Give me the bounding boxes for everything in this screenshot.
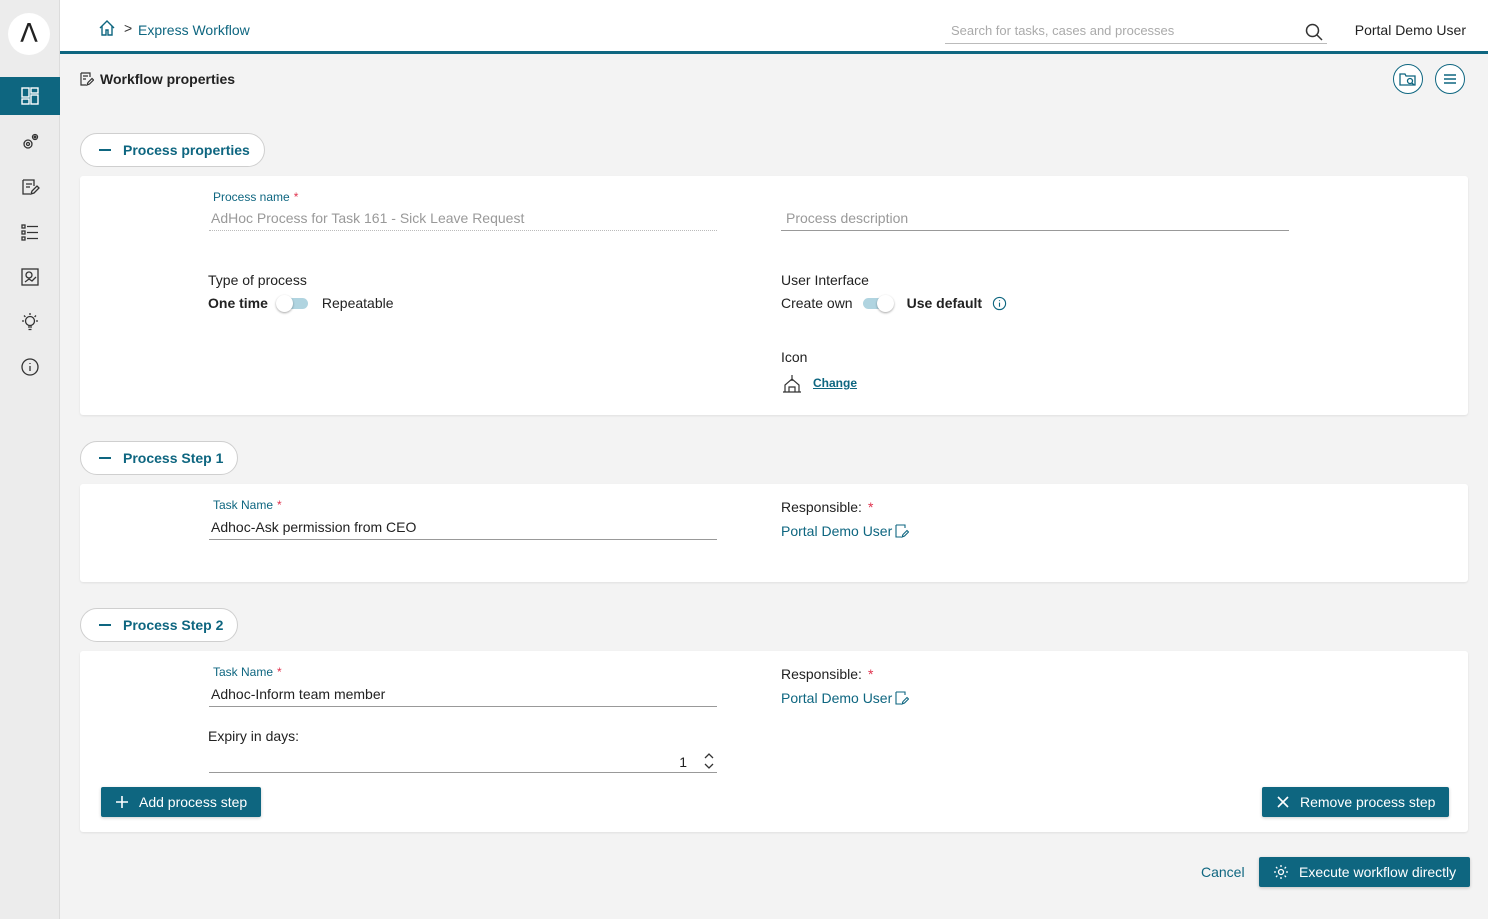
close-icon [1277,796,1289,808]
execute-workflow-button[interactable]: Execute workflow directly [1259,857,1471,887]
sidebar: Λ [0,0,60,919]
list-icon [21,224,38,241]
chart-icon [21,268,39,286]
create-own-label: Create own [781,295,853,311]
breadcrumb[interactable]: Express Workflow [138,22,250,38]
folder-search-icon [1399,73,1416,86]
stepper-arrows-icon[interactable] [703,751,715,771]
app-logo[interactable]: Λ [8,13,50,55]
edit-icon [895,524,910,538]
task-name-label: Task Name * [213,498,282,512]
task-name-input[interactable]: Adhoc-Ask permission from CEO [209,518,717,540]
menu-button[interactable] [1435,64,1465,94]
sidebar-item-ideas[interactable] [0,303,60,341]
collapse-icon [99,457,111,459]
sidebar-item-statistics[interactable] [0,258,60,296]
process-description-field[interactable]: Process description [781,209,1289,231]
icon-label: Icon [781,349,808,365]
process-name-field: AdHoc Process for Task 161 - Sick Leave … [209,209,717,231]
collapse-icon [99,149,111,151]
responsible-label: Responsible: * [781,499,874,515]
sidebar-item-dashboard[interactable] [0,77,60,115]
add-process-step-label: Add process step [139,794,248,810]
change-icon-link[interactable]: Change [813,376,857,390]
responsible-user-link[interactable]: Portal Demo User [781,690,910,706]
task-name-label: Task Name * [213,665,282,679]
type-of-process-label: Type of process [208,272,307,288]
main-content: Workflow properties Process properties P… [60,54,1488,919]
use-default-label: Use default [906,295,983,311]
plus-icon [116,796,128,808]
responsible-label: Responsible: * [781,666,874,682]
search-box [945,18,1327,44]
cancel-button[interactable]: Cancel [1201,864,1245,880]
process-icon-preview [783,375,801,393]
process-step-2-toggle[interactable]: Process Step 2 [80,608,239,642]
responsible-user-name: Portal Demo User [781,690,893,706]
process-step-1-panel: Task Name * Adhoc-Ask permission from CEO… [80,484,1468,582]
process-properties-panel: Process name * AdHoc Process for Task 161… [80,176,1468,415]
user-interface-switch-row: Create own Use default [781,295,1007,312]
home-icon[interactable] [98,19,116,37]
remove-process-step-button[interactable]: Remove process step [1262,787,1450,817]
user-menu[interactable]: Portal Demo User [1355,22,1466,38]
one-time-label: One time [208,295,268,311]
sidebar-item-tasks[interactable] [0,168,60,206]
process-step-1-toggle[interactable]: Process Step 1 [80,441,239,475]
section-label: Process properties [123,142,250,158]
type-of-process-switch[interactable] [275,295,310,312]
repeatable-label: Repeatable [321,295,394,311]
lightbulb-icon [22,313,38,331]
hamburger-icon [1444,74,1456,84]
expiry-label: Expiry in days: [208,728,300,744]
chevron-right-icon: > [124,20,133,36]
execute-workflow-label: Execute workflow directly [1299,864,1457,880]
search-input[interactable] [945,18,1285,42]
remove-process-step-label: Remove process step [1300,794,1436,810]
user-interface-switch[interactable] [861,295,895,312]
responsible-user-name: Portal Demo User [781,523,893,539]
expiry-stepper[interactable]: 1 [209,751,717,773]
dashboard-icon [21,87,39,105]
collapse-icon [99,624,111,626]
task-name-input[interactable]: Adhoc-Inform team member [209,685,717,707]
responsible-user-link[interactable]: Portal Demo User [781,523,910,539]
expiry-value: 1 [679,754,687,770]
top-header: > Express Workflow Portal Demo User [60,0,1488,54]
sidebar-item-cases[interactable] [0,213,60,251]
section-label: Process Step 1 [123,450,224,466]
sidebar-item-processes[interactable] [0,123,60,161]
info-icon [21,358,39,376]
task-edit-icon [22,179,40,196]
gears-icon [23,133,39,149]
info-icon[interactable] [992,296,1007,311]
search-icon[interactable] [1305,23,1323,41]
process-step-2-panel: Task Name * Adhoc-Inform team member Resp… [80,651,1468,832]
user-interface-label: User Interface [781,272,869,288]
type-of-process-switch-row: One time Repeatable [208,295,394,312]
sidebar-item-about[interactable] [0,348,60,386]
section-label: Process Step 2 [123,617,224,633]
workflow-edit-icon [80,72,94,86]
edit-icon [895,691,910,705]
add-process-step-button[interactable]: Add process step [101,787,262,817]
page-title-wrap: Workflow properties [80,71,235,87]
page-title: Workflow properties [100,71,236,87]
gear-icon [1274,865,1288,879]
case-details-button[interactable] [1393,64,1423,94]
process-properties-toggle[interactable]: Process properties [80,133,265,167]
process-name-label: Process name * [213,190,299,204]
